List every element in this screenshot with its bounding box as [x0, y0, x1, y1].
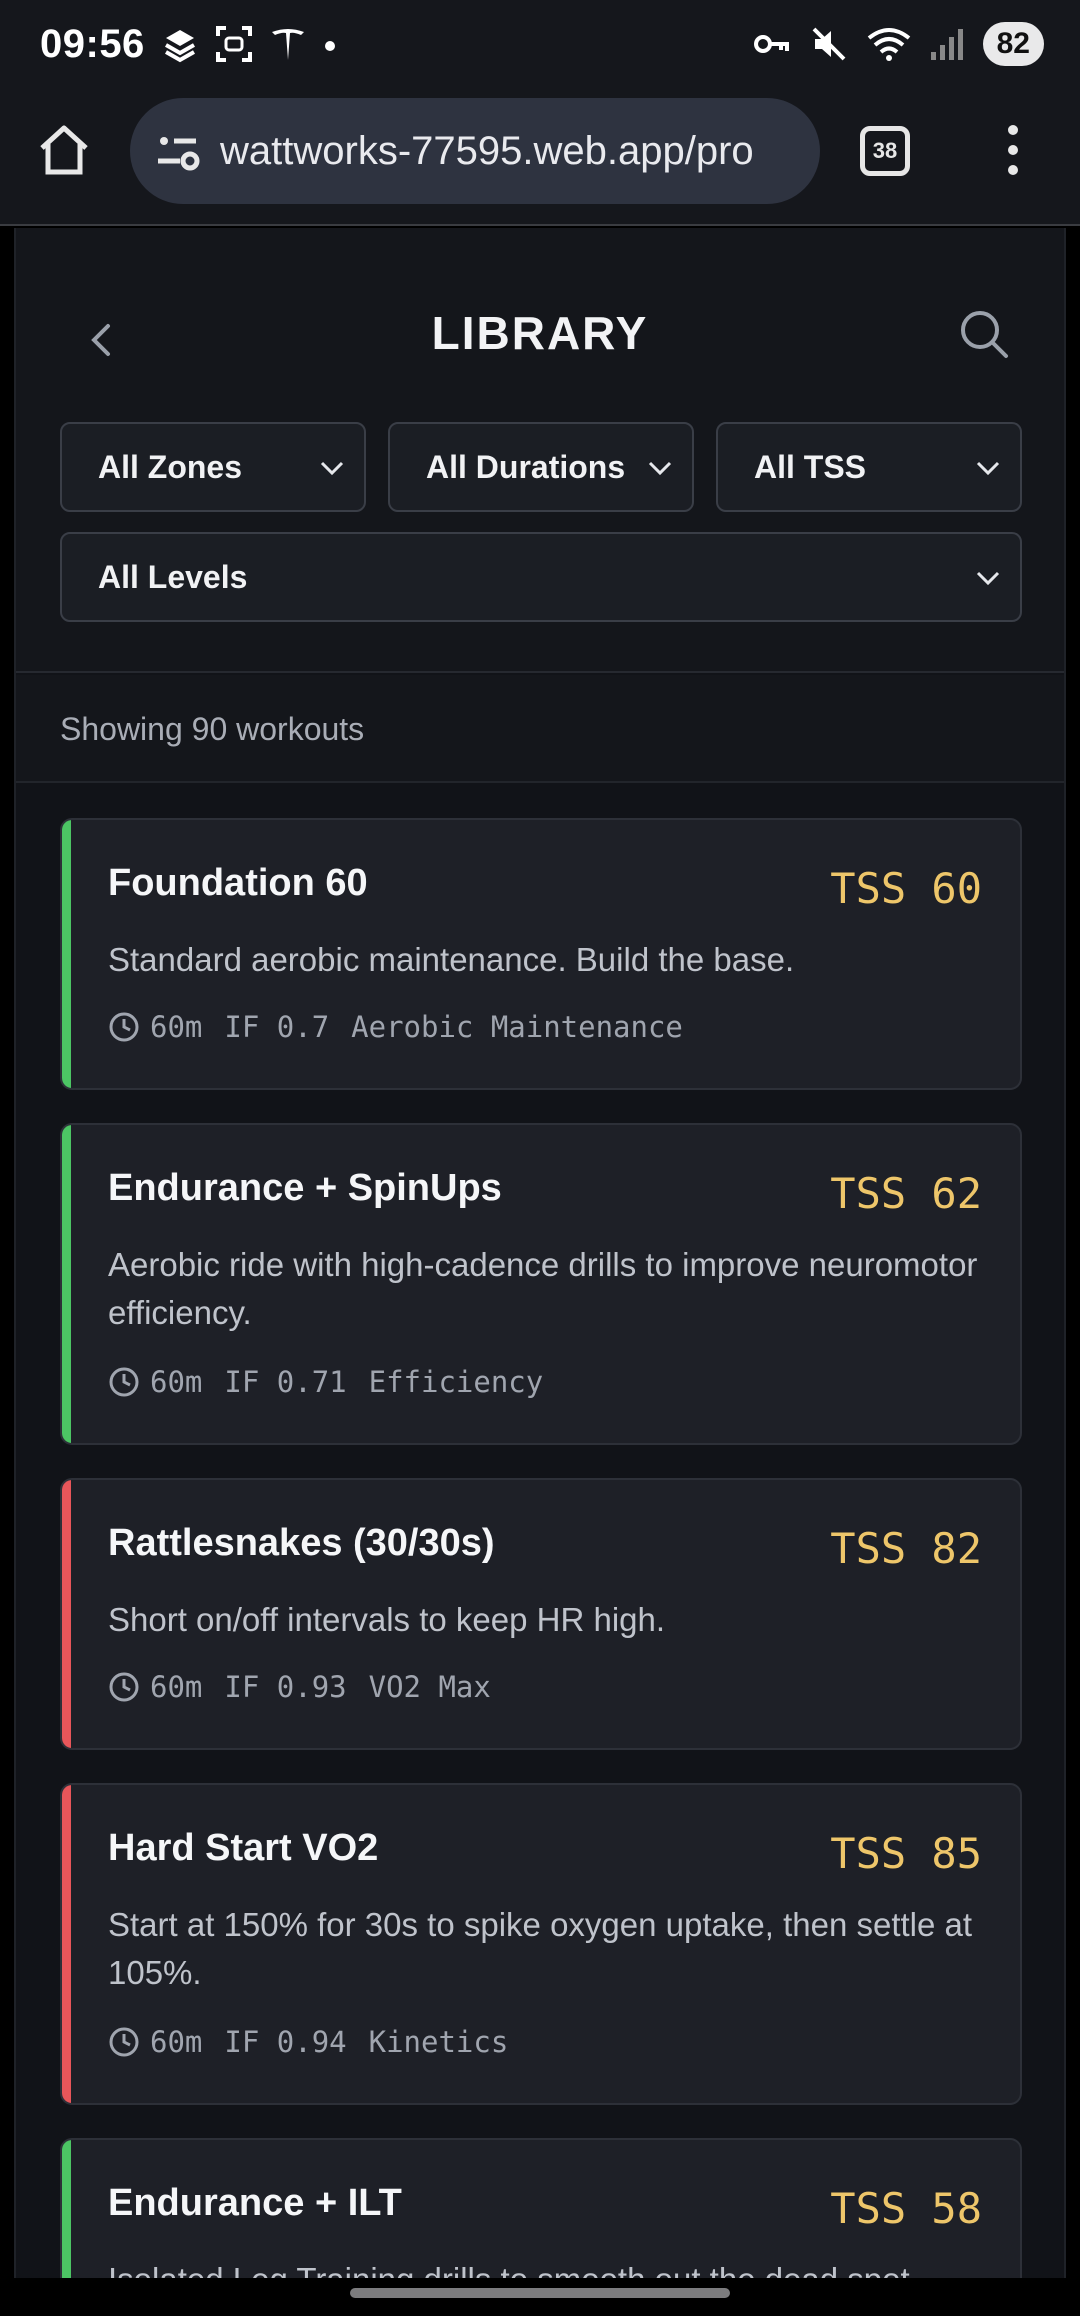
workout-description: Standard aerobic maintenance. Build the …: [108, 941, 795, 978]
workout-card[interactable]: Endurance + SpinUps TSS 62 Aerobic ride …: [60, 1123, 1022, 1445]
clock-icon: [109, 2027, 139, 2057]
tss-filter-select[interactable]: All TSS: [716, 422, 1022, 512]
wifi-icon: [867, 28, 910, 61]
workout-tss: TSS 85: [830, 1829, 982, 1878]
chevron-down-icon: [648, 461, 672, 476]
results-summary: Showing 90 workouts: [16, 675, 1064, 783]
workout-card[interactable]: Rattlesnakes (30/30s) TSS 82 Short on/of…: [60, 1478, 1022, 1750]
status-time: 09:56: [40, 22, 145, 66]
workout-intensity-factor: IF 0.93: [224, 1670, 347, 1704]
workout-tss: TSS 62: [830, 1169, 982, 1218]
workout-intensity-factor: IF 0.7: [224, 1010, 330, 1044]
mute-icon: [812, 27, 846, 61]
stack-app-icon: [165, 30, 195, 63]
zone-accent-bar: [62, 1480, 71, 1748]
workout-description: Start at 150% for 30s to spike oxygen up…: [108, 1906, 973, 1991]
workout-duration: 60m: [150, 2025, 203, 2059]
workout-duration: 60m: [150, 1010, 203, 1044]
workout-tss: TSS 82: [830, 1524, 982, 1573]
search-icon[interactable]: [956, 306, 1012, 362]
browser-toolbar: wattworks-77595.web.app/pro 38: [0, 96, 1080, 226]
workout-name: Endurance + ILT: [108, 2182, 402, 2224]
address-bar[interactable]: wattworks-77595.web.app/pro: [130, 98, 820, 204]
workout-meta: 60m IF 0.71 Efficiency: [108, 1365, 543, 1399]
chevron-down-icon: [976, 461, 1000, 476]
duration-filter-select[interactable]: All Durations: [388, 422, 694, 512]
page-title: LIBRARY: [431, 307, 649, 359]
site-settings-icon[interactable]: [150, 123, 206, 179]
workout-meta: 60m IF 0.94 Kinetics: [108, 2025, 508, 2059]
system-icons: 82: [751, 22, 1044, 66]
tesla-icon: [272, 29, 304, 60]
chevron-down-icon: [976, 571, 1000, 586]
zone-accent-bar: [62, 1785, 71, 2103]
workout-intensity-factor: IF 0.71: [224, 1365, 347, 1399]
clock-icon: [109, 1367, 139, 1397]
vpn-key-icon: [753, 35, 789, 53]
workout-category: Efficiency: [368, 1365, 544, 1399]
level-filter-value: All Levels: [98, 558, 248, 595]
library-page: LIBRARY All Zones All Durations All TSS …: [14, 228, 1066, 2278]
workout-name: Endurance + SpinUps: [108, 1167, 502, 1209]
workout-category: Aerobic Maintenance: [351, 1010, 683, 1044]
workout-duration: 60m: [150, 1670, 203, 1704]
zone-accent-bar: [62, 1125, 71, 1443]
status-bar: 09:56 82: [0, 0, 1080, 96]
notification-icons: [160, 24, 338, 64]
workout-count: Showing 90 workouts: [60, 711, 365, 747]
workout-card[interactable]: Foundation 60 TSS 60 Standard aerobic ma…: [60, 818, 1022, 1090]
more-menu-icon[interactable]: [998, 122, 1028, 178]
zone-filter-select[interactable]: All Zones: [60, 422, 366, 512]
screenshot-icon: [216, 26, 252, 62]
signal-icon: [930, 29, 963, 60]
workout-tss: TSS 60: [830, 864, 982, 913]
duration-filter-value: All Durations: [426, 448, 626, 485]
workout-description: Aerobic ride with high-cadence drills to…: [108, 1246, 978, 1331]
dot-icon: [325, 41, 335, 51]
workout-card[interactable]: Endurance + ILT TSS 58 Isolated Leg Trai…: [60, 2138, 1022, 2278]
chevron-down-icon: [320, 461, 344, 476]
workout-category: VO2 Max: [368, 1670, 491, 1704]
gesture-nav-bar[interactable]: [350, 2288, 730, 2298]
home-icon[interactable]: [36, 122, 92, 178]
workout-tss: TSS 58: [830, 2184, 982, 2233]
workout-name: Hard Start VO2: [108, 1827, 379, 1869]
workout-description: Short on/off intervals to keep HR high.: [108, 1601, 666, 1638]
workout-duration: 60m: [150, 1365, 203, 1399]
workout-description: Isolated Leg Training drills to smooth o…: [108, 2256, 988, 2278]
level-filter-select[interactable]: All Levels: [60, 532, 1022, 622]
tab-switcher-button[interactable]: 38: [860, 126, 910, 176]
workout-name: Foundation 60: [108, 862, 368, 904]
workout-meta: 60m IF 0.93 VO2 Max: [108, 1670, 491, 1704]
workout-category: Kinetics: [368, 2025, 509, 2059]
workout-name: Rattlesnakes (30/30s): [108, 1522, 495, 1564]
zone-accent-bar: [62, 2140, 71, 2278]
workout-card[interactable]: Hard Start VO2 TSS 85 Start at 150% for …: [60, 1783, 1022, 2105]
clock-icon: [109, 1012, 139, 1042]
url-text[interactable]: wattworks-77595.web.app/pro: [220, 129, 754, 174]
workout-meta: 60m IF 0.7 Aerobic Maintenance: [108, 1010, 683, 1044]
clock-icon: [109, 1672, 139, 1702]
tss-filter-value: All TSS: [754, 448, 867, 485]
library-header: LIBRARY All Zones All Durations All TSS …: [16, 228, 1064, 673]
workout-intensity-factor: IF 0.94: [224, 2025, 347, 2059]
zone-accent-bar: [62, 820, 71, 1088]
zone-filter-value: All Zones: [98, 448, 243, 485]
battery-indicator: 82: [982, 22, 1044, 66]
